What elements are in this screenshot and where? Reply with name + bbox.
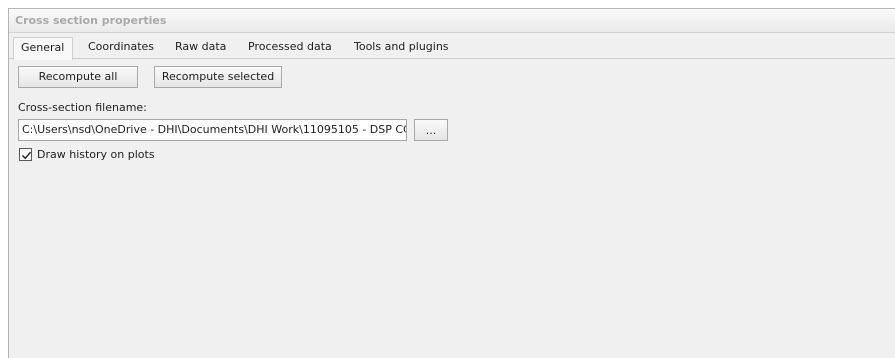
tab-strip: General Coordinates Raw data Processed d… <box>9 34 895 60</box>
tab-coordinates[interactable]: Coordinates <box>88 40 154 58</box>
check-icon <box>22 151 32 160</box>
recompute-all-button[interactable]: Recompute all <box>18 66 138 88</box>
draw-history-label[interactable]: Draw history on plots <box>37 148 155 161</box>
cross-section-filename-label: Cross-section filename: <box>18 101 147 114</box>
tab-processed-data[interactable]: Processed data <box>248 40 332 58</box>
recompute-selected-button[interactable]: Recompute selected <box>154 66 282 88</box>
cross-section-filename-input[interactable]: C:\Users\nsd\OneDrive - DHI\Documents\DH… <box>18 119 407 141</box>
cross-section-properties-panel: Cross section properties General Coordin… <box>8 8 895 358</box>
browse-button[interactable]: ... <box>414 119 448 141</box>
panel-title: Cross section properties <box>15 14 167 27</box>
tab-raw-data[interactable]: Raw data <box>175 40 226 58</box>
draw-history-checkbox[interactable] <box>19 148 32 161</box>
tab-general[interactable]: General <box>13 37 74 60</box>
panel-header: Cross section properties <box>9 9 895 33</box>
tab-tools-and-plugins[interactable]: Tools and plugins <box>354 40 449 58</box>
